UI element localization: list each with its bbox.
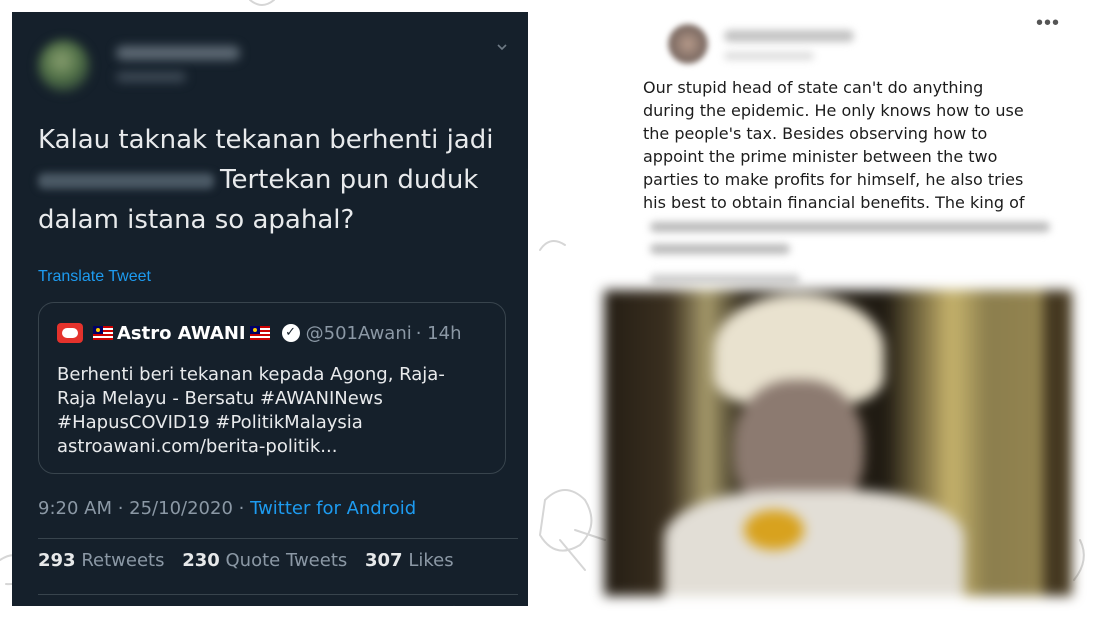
reply-icon[interactable] — [96, 604, 118, 606]
retweets-count[interactable]: 293 — [38, 550, 76, 571]
tweet-source-link[interactable]: Twitter for Android — [250, 498, 416, 519]
quoted-text-line: #HapusCOVID19 #PolitikMalaysia — [57, 412, 363, 433]
quoted-link[interactable]: astroawani.com/berita-politik... — [57, 435, 497, 459]
tweet-text: Kalau taknak tekanan berhenti jadi Terte… — [38, 120, 518, 240]
post-text-line: the people's tax. Besides observing how … — [643, 124, 988, 143]
blurred-text-line — [650, 222, 1050, 232]
translate-tweet-link[interactable]: Translate Tweet — [38, 268, 151, 286]
avatar[interactable] — [38, 40, 90, 92]
astro-awani-logo-icon — [57, 323, 83, 343]
verified-icon: ✓ — [281, 324, 300, 342]
chevron-down-icon[interactable] — [495, 40, 509, 54]
blurred-see-translation — [650, 274, 800, 284]
tweet-text-line: Tertekan pun duduk — [38, 160, 518, 200]
quoted-tweet-header: Astro AWANI ✓ @501Awani · 14h — [57, 321, 462, 345]
blurred-text-line — [650, 244, 790, 254]
quoted-text-line: Raja Melayu - Bersatu #AWANINews — [57, 388, 383, 409]
post-text-line: his best to obtain financial benefits. T… — [643, 193, 1025, 212]
more-options-icon[interactable]: ••• — [1036, 12, 1060, 35]
retweet-icon[interactable] — [208, 604, 230, 606]
tweet-stats: 293 Retweets 230 Quote Tweets 307 Likes — [38, 550, 454, 571]
share-icon[interactable] — [443, 604, 465, 606]
divider — [38, 594, 518, 595]
likes-label[interactable]: Likes — [408, 550, 453, 571]
tweet-card: Kalau taknak tekanan berhenti jadi Terte… — [12, 12, 528, 606]
photo-background — [954, 290, 1044, 596]
divider — [38, 538, 518, 539]
post-text-line: during the epidemic. He only knows how t… — [643, 101, 1024, 120]
tweet-timestamp: 9:20 AM · 25/10/2020 · Twitter for Andro… — [38, 498, 416, 519]
photo-body — [664, 490, 964, 596]
blurred-post-time — [724, 52, 814, 60]
malaysia-flag-icon — [249, 326, 270, 340]
blurred-text — [38, 172, 214, 189]
post-text-line: parties to make profits for himself, he … — [643, 170, 1024, 189]
tweet-actions — [38, 604, 498, 606]
quoted-time: · 14h — [415, 322, 462, 344]
avatar[interactable] — [668, 24, 708, 64]
malaysia-flag-icon — [93, 326, 113, 340]
post-text-line: appoint the prime minister between the t… — [643, 147, 998, 166]
quoted-author-handle: @501Awani — [305, 322, 412, 344]
blurred-display-name — [116, 46, 240, 60]
timestamp-text: 9:20 AM · 25/10/2020 · — [38, 498, 251, 519]
quote-tweets-label[interactable]: Quote Tweets — [226, 550, 348, 571]
quoted-text-line: Berhenti beri tekanan kepada Agong, Raja… — [57, 364, 445, 385]
quoted-tweet-body: Berhenti beri tekanan kepada Agong, Raja… — [57, 363, 497, 459]
tweet-text-line: Kalau taknak tekanan berhenti jadi — [38, 125, 494, 155]
quote-tweets-count[interactable]: 230 — [182, 550, 220, 571]
blurred-photo[interactable] — [604, 290, 1072, 596]
post-text: Our stupid head of state can't do anythi… — [643, 76, 1063, 214]
quoted-author-name: Astro AWANI — [117, 322, 246, 344]
quoted-tweet[interactable]: Astro AWANI ✓ @501Awani · 14h Berhenti b… — [38, 302, 506, 474]
post-text-line: Our stupid head of state can't do anythi… — [643, 78, 984, 97]
blurred-author-name — [724, 30, 854, 42]
photo-badge — [744, 510, 804, 550]
tweet-text-line: dalam istana so apahal? — [38, 205, 355, 235]
retweets-label[interactable]: Retweets — [81, 550, 164, 571]
tweet-text-fragment: Tertekan pun duduk — [220, 165, 479, 195]
like-icon[interactable] — [328, 604, 350, 606]
likes-count[interactable]: 307 — [365, 550, 403, 571]
blurred-username — [116, 72, 186, 82]
